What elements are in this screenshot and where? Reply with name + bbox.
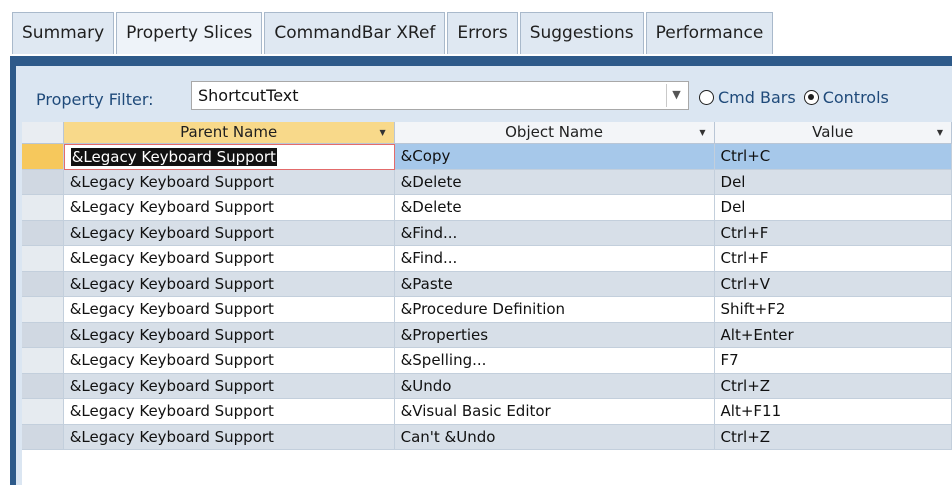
value-cell[interactable]: F7 [714, 348, 952, 374]
table-row[interactable]: &Legacy Keyboard Support &Find... Ctrl+F [22, 220, 952, 246]
tab-performance[interactable]: Performance [645, 12, 774, 54]
column-header-value[interactable]: Value ▼ [714, 122, 952, 144]
object-name-cell[interactable]: &Find... [394, 246, 715, 272]
property-filter-value: ShortcutText [198, 86, 299, 105]
sort-dropdown-icon[interactable]: ▼ [937, 122, 943, 143]
value-cell[interactable]: Ctrl+Z [714, 424, 952, 450]
object-name-cell[interactable]: &Copy [394, 144, 715, 170]
object-name-cell[interactable]: &Visual Basic Editor [394, 399, 715, 425]
property-filter-combo[interactable]: ShortcutText ▼ [191, 81, 689, 110]
object-name-cell[interactable]: Can't &Undo [394, 424, 715, 450]
value-cell[interactable]: Ctrl+Z [714, 373, 952, 399]
tab-summary[interactable]: Summary [12, 12, 115, 54]
row-selector[interactable] [22, 424, 64, 450]
radio-controls[interactable]: Controls [803, 87, 889, 107]
sort-dropdown-icon[interactable]: ▼ [379, 122, 385, 143]
column-header-label: Object Name [505, 123, 603, 141]
row-selector[interactable] [22, 322, 64, 348]
row-selector[interactable] [22, 144, 64, 170]
object-name-cell[interactable]: &Procedure Definition [394, 297, 715, 323]
table-row[interactable]: &Legacy Keyboard Support &Undo Ctrl+Z [22, 373, 952, 399]
table-row[interactable]: &Legacy Keyboard Support &Visual Basic E… [22, 399, 952, 425]
value-cell[interactable]: Ctrl+F [714, 220, 952, 246]
select-all-corner[interactable] [22, 122, 64, 144]
parent-name-cell[interactable]: &Legacy Keyboard Support [63, 424, 395, 450]
table-row[interactable]: &Legacy Keyboard Support &Copy Ctrl+C [22, 144, 952, 170]
row-selector[interactable] [22, 220, 64, 246]
parent-name-cell[interactable]: &Legacy Keyboard Support [63, 169, 395, 195]
object-name-cell[interactable]: &Properties [394, 322, 715, 348]
object-name-cell[interactable]: &Paste [394, 271, 715, 297]
object-name-cell[interactable]: &Spelling... [394, 348, 715, 374]
radio-cmd-bars-label: Cmd Bars [718, 87, 796, 107]
parent-name-cell[interactable]: &Legacy Keyboard Support [63, 220, 395, 246]
parent-name-cell[interactable]: &Legacy Keyboard Support [63, 399, 395, 425]
object-name-cell[interactable]: &Undo [394, 373, 715, 399]
chevron-down-icon[interactable]: ▼ [666, 84, 686, 107]
column-header-parent-name[interactable]: Parent Name ▼ [63, 122, 395, 144]
radio-circle-selected-icon [803, 89, 819, 105]
row-selector[interactable] [22, 195, 64, 221]
parent-name-cell[interactable]: &Legacy Keyboard Support [63, 348, 395, 374]
tab-commandbar-xref[interactable]: CommandBar XRef [264, 12, 446, 54]
table-row[interactable]: &Legacy Keyboard Support &Spelling... F7 [22, 348, 952, 374]
value-cell[interactable]: Alt+F11 [714, 399, 952, 425]
row-selector[interactable] [22, 348, 64, 374]
column-header-object-name[interactable]: Object Name ▼ [394, 122, 715, 144]
value-cell[interactable]: Del [714, 169, 952, 195]
parent-name-cell[interactable]: &Legacy Keyboard Support [63, 373, 395, 399]
tab-property-slices[interactable]: Property Slices [116, 12, 263, 54]
table-row[interactable]: &Legacy Keyboard Support &Paste Ctrl+V [22, 271, 952, 297]
radio-cmd-bars[interactable]: Cmd Bars [699, 88, 796, 107]
row-selector[interactable] [22, 271, 64, 297]
radio-controls-label: Controls [822, 87, 889, 107]
tab-suggestions[interactable]: Suggestions [519, 12, 644, 54]
datasheet-rows: &Legacy Keyboard Support &Copy Ctrl+C &L… [22, 144, 952, 450]
parent-name-cell[interactable]: &Legacy Keyboard Support [63, 195, 395, 221]
parent-name-cell[interactable]: &Legacy Keyboard Support [63, 271, 395, 297]
parent-name-cell[interactable]: &Legacy Keyboard Support [63, 144, 395, 170]
row-selector[interactable] [22, 297, 64, 323]
tab-page-frame: Property Filter: ShortcutText ▼ Cmd Bars… [10, 56, 952, 485]
table-row[interactable]: &Legacy Keyboard Support &Procedure Defi… [22, 297, 952, 323]
property-slices-panel: Property Filter: ShortcutText ▼ Cmd Bars… [16, 66, 952, 485]
value-cell[interactable]: Del [714, 195, 952, 221]
value-cell[interactable]: Ctrl+F [714, 246, 952, 272]
table-row[interactable]: &Legacy Keyboard Support &Delete Del [22, 169, 952, 195]
parent-name-cell[interactable]: &Legacy Keyboard Support [63, 322, 395, 348]
table-row[interactable]: &Legacy Keyboard Support &Find... Ctrl+F [22, 246, 952, 272]
selected-text: &Legacy Keyboard Support [70, 148, 277, 166]
parent-name-cell[interactable]: &Legacy Keyboard Support [63, 297, 395, 323]
table-row[interactable]: &Legacy Keyboard Support &Properties Alt… [22, 322, 952, 348]
column-header-label: Value [812, 123, 854, 141]
table-row[interactable]: &Legacy Keyboard Support Can't &Undo Ctr… [22, 424, 952, 450]
filter-bar: Property Filter: ShortcutText ▼ Cmd Bars… [16, 66, 952, 122]
sort-dropdown-icon[interactable]: ▼ [699, 122, 705, 143]
column-header-label: Parent Name [180, 123, 278, 141]
tab-errors[interactable]: Errors [447, 12, 518, 54]
parent-name-cell[interactable]: &Legacy Keyboard Support [63, 246, 395, 272]
radio-circle-icon [699, 89, 714, 105]
datasheet-header: Parent Name ▼ Object Name ▼ Value ▼ [22, 122, 952, 144]
object-name-cell[interactable]: &Find... [394, 220, 715, 246]
value-cell[interactable]: Ctrl+V [714, 271, 952, 297]
scope-radio-group: Cmd Bars Controls [699, 83, 897, 111]
row-selector[interactable] [22, 169, 64, 195]
object-name-cell[interactable]: &Delete [394, 169, 715, 195]
row-selector[interactable] [22, 246, 64, 272]
object-name-cell[interactable]: &Delete [394, 195, 715, 221]
row-selector[interactable] [22, 399, 64, 425]
table-row[interactable]: &Legacy Keyboard Support &Delete Del [22, 195, 952, 221]
value-cell[interactable]: Alt+Enter [714, 322, 952, 348]
property-filter-label: Property Filter: [36, 90, 154, 109]
row-selector[interactable] [22, 373, 64, 399]
value-cell[interactable]: Ctrl+C [714, 144, 952, 170]
tab-strip: Summary Property Slices CommandBar XRef … [12, 12, 775, 56]
results-datasheet: Parent Name ▼ Object Name ▼ Value ▼ &Leg… [22, 122, 952, 485]
value-cell[interactable]: Shift+F2 [714, 297, 952, 323]
